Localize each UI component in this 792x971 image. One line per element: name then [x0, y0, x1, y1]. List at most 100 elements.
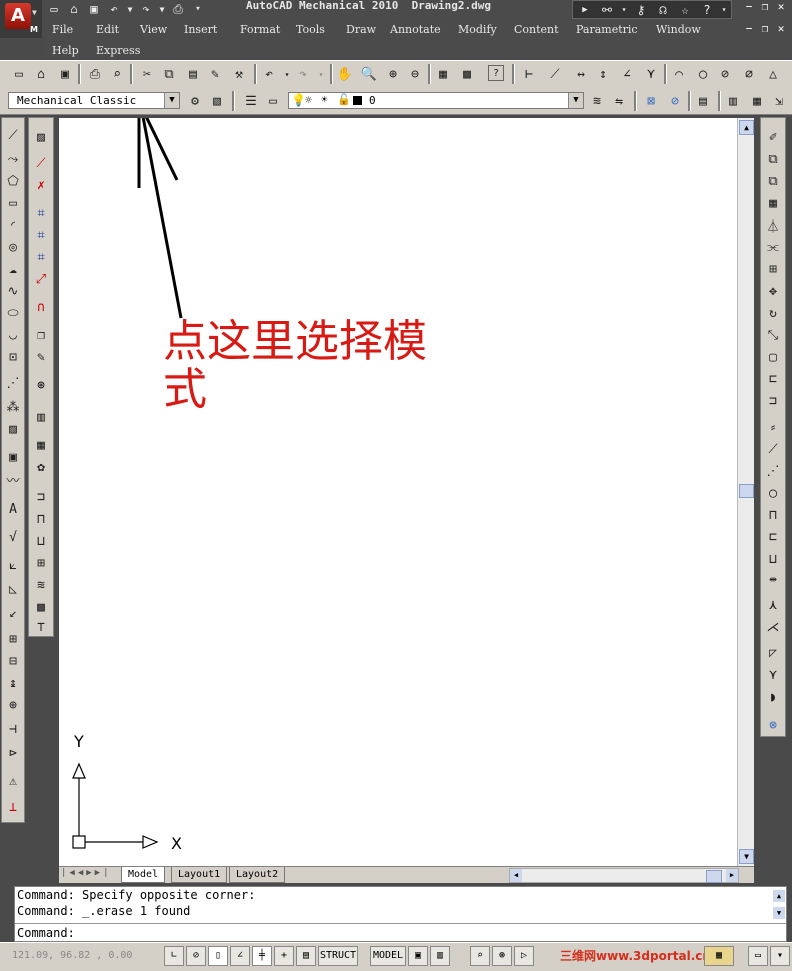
otrack-icon[interactable]: + [274, 946, 294, 966]
parts-icon[interactable]: ✿ [32, 458, 50, 476]
menu-insert[interactable]: Insert [184, 23, 217, 36]
open-icon[interactable]: ⌂ [32, 65, 50, 83]
match-properties-icon[interactable]: ✎ [206, 65, 224, 83]
snap-mode-icon[interactable]: ∟ [164, 946, 184, 966]
menu-draw[interactable]: Draw [346, 23, 376, 36]
leader-icon[interactable]: ⟀ [4, 556, 22, 574]
save-workspace-icon[interactable]: ▧ [208, 92, 226, 110]
power-dimension-icon[interactable]: ⊛ [32, 376, 50, 394]
layer-off-icon[interactable]: ⊘ [666, 92, 684, 110]
scroll-right-icon[interactable]: ▶ [726, 869, 738, 882]
menu-tools[interactable]: Tools [296, 23, 325, 36]
model-space-toggle[interactable]: MODEL [370, 946, 406, 966]
circle-icon[interactable]: ◎ [4, 238, 22, 256]
move-icon[interactable]: ✥ [764, 282, 782, 300]
copy-object-icon[interactable]: ⧉ [764, 150, 782, 168]
revcloud-icon[interactable]: 〰 [4, 470, 22, 489]
dim-radius-icon[interactable]: ◯ [694, 65, 712, 83]
struct-toggle[interactable]: STRUCT [318, 946, 358, 966]
scroll-thumb[interactable] [739, 484, 754, 498]
construction-lines-icon[interactable]: ⟋ [32, 154, 50, 172]
tab-layout2[interactable]: Layout2 [229, 867, 286, 883]
join-icon[interactable]: ◯ [764, 484, 782, 502]
trim-icon[interactable]: ⤢ [32, 270, 50, 288]
command-window[interactable]: Command: Specify opposite corner: Comman… [14, 886, 787, 942]
menu-window[interactable]: Window [656, 23, 701, 36]
check-icon[interactable]: √ [4, 528, 22, 546]
steering-wheel-icon[interactable]: ⊛ [492, 946, 512, 966]
layer-select[interactable]: 💡 ☼ ☀ 🔓 0 ▼ [288, 92, 584, 109]
array-icon[interactable]: ⊞ [764, 260, 782, 278]
scale-icon[interactable]: ⤡ [764, 326, 782, 344]
menu-annotate[interactable]: Annotate [390, 23, 441, 36]
chevron-down-icon[interactable]: ▾ [721, 2, 727, 18]
undo-icon[interactable]: ↶ [106, 1, 122, 17]
dimension-move-icon[interactable]: ↨ [4, 674, 22, 692]
undo-icon[interactable]: ↶ [260, 65, 278, 83]
favorites-star-icon[interactable]: ☆ [677, 2, 693, 18]
layer-isolate-icon[interactable]: ⊠ [642, 92, 660, 110]
cut-icon[interactable]: ✂ [138, 65, 156, 83]
chamfer-power-icon[interactable]: ◸ [764, 644, 782, 662]
trim-icon[interactable]: ⊐ [764, 392, 782, 410]
new-icon[interactable]: ▭ [46, 1, 62, 17]
vertical-scrollbar[interactable]: ▲ ▼ [737, 118, 754, 866]
customize-qat-icon[interactable]: ▾ [190, 1, 206, 17]
hole-chart-icon[interactable]: ⊣ [4, 720, 22, 738]
chevron-down-icon[interactable]: ▼ [158, 1, 166, 17]
osnap-icon[interactable]: ╪ [252, 946, 272, 966]
minimize-icon[interactable]: − [742, 22, 756, 36]
fillet-icon[interactable]: ⊏ [764, 528, 782, 546]
power-command-icon[interactable]: ⊗ [764, 716, 782, 734]
chevron-down-icon[interactable]: ▼ [568, 93, 583, 108]
pan-icon[interactable]: ✋ [336, 65, 354, 83]
erase-icon[interactable]: ✐ [764, 128, 782, 146]
command-prompt[interactable]: Command: [17, 926, 75, 940]
dim-diameter-icon[interactable]: ⌀ [740, 65, 758, 83]
scroll-down-icon[interactable]: ▼ [773, 907, 785, 919]
stretch-icon[interactable]: ▢ [764, 348, 782, 366]
close-icon[interactable]: ✕ [774, 22, 788, 36]
menu-view[interactable]: View [140, 23, 167, 36]
dim-ordinate-icon[interactable]: ⋎ [642, 65, 660, 83]
datum-icon[interactable]: ⊞ [4, 630, 22, 648]
coordinates-readout[interactable]: 121.09, 96.82 , 0.00 [12, 950, 132, 961]
menu-help[interactable]: Help [52, 44, 79, 57]
scroll-up-icon[interactable]: ▲ [773, 890, 785, 902]
scroll-left-icon[interactable]: ◀ [510, 869, 522, 882]
break-icon[interactable]: ⟋ [764, 440, 782, 458]
balloon-icon[interactable]: ↙ [4, 604, 22, 622]
rectangle-frame-icon[interactable]: ⌗ [32, 204, 50, 222]
surface-texture-icon[interactable]: ◺ [4, 580, 22, 598]
calculation-icon[interactable]: ▩ [32, 598, 50, 616]
menu-express[interactable]: Express [96, 44, 140, 57]
fillet-arc-icon[interactable]: ◗ [764, 688, 782, 706]
dim-angular-icon[interactable]: ∠ [618, 65, 636, 83]
make-current-layer-icon[interactable]: ≋ [588, 92, 606, 110]
tab-navigation-icon[interactable]: |◀◀▶▶| [61, 868, 112, 878]
ellipse-icon[interactable]: ⬭ [4, 304, 22, 322]
drawing-canvas[interactable]: Y X [59, 118, 737, 866]
menu-file[interactable]: File [52, 23, 73, 36]
shaft-icon[interactable]: ▥ [32, 408, 50, 426]
paste-icon[interactable]: ▤ [184, 65, 202, 83]
ellipse-arc-icon[interactable]: ◡ [4, 326, 22, 344]
spring-icon[interactable]: ≋ [32, 576, 50, 594]
binoculars-icon[interactable]: ⚯ [599, 2, 615, 18]
layer-translate-icon[interactable]: ⇲ [770, 92, 788, 110]
copy-icon[interactable]: ⧉ [160, 65, 178, 83]
key-icon[interactable]: ⚷ [633, 2, 649, 18]
lengthen-icon[interactable]: ⊏ [764, 370, 782, 388]
layer-manager-icon[interactable]: ▤ [694, 92, 712, 110]
save-icon[interactable]: ▣ [56, 65, 74, 83]
extend-icon[interactable]: ⸗ [764, 418, 782, 436]
qnew-icon[interactable]: ▭ [10, 65, 28, 83]
quick-view-drawings-icon[interactable]: ▥ [430, 946, 450, 966]
line-icon[interactable]: ⟋ [4, 126, 22, 144]
layer-previous-icon[interactable]: ⇋ [610, 92, 628, 110]
chevron-down-icon[interactable]: ▼ [126, 1, 134, 17]
screw-icon[interactable]: ▦ [32, 436, 50, 454]
help-icon[interactable]: ? [488, 65, 504, 81]
mirror-icon[interactable]: ⏃ [764, 216, 782, 235]
fit-icon[interactable]: ⊤ [32, 618, 50, 636]
